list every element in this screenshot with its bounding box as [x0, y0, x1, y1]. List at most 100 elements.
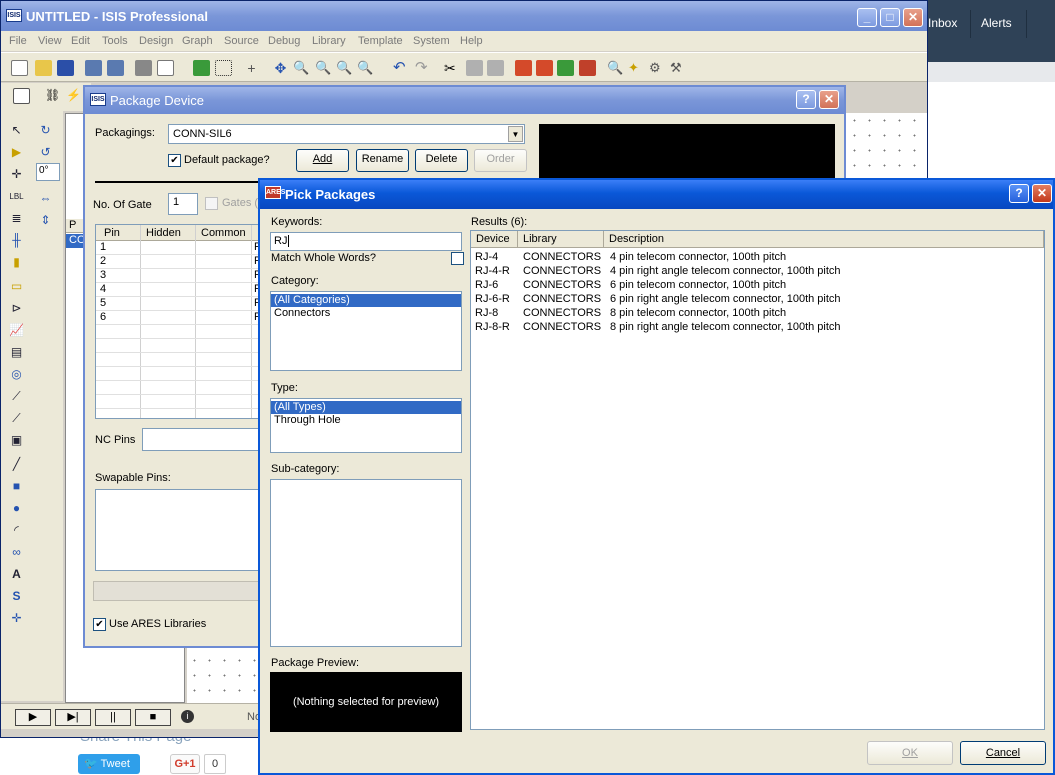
terminals-icon[interactable]: ▭ — [9, 279, 24, 294]
mirror-horizontal-icon[interactable]: ⇔ — [38, 191, 53, 206]
zoom-in-icon[interactable]: 🔍 — [293, 60, 310, 76]
packaging-tool-icon[interactable]: ⚙ — [649, 60, 666, 76]
menu-view[interactable]: View — [38, 35, 62, 47]
results-table[interactable]: Device Library Description RJ-4 CONNECTOR… — [470, 230, 1045, 730]
pin-grid[interactable]: Pin Hidden Common 1F 2F 3F 4F 5F 6F — [95, 224, 275, 419]
grid-icon[interactable] — [215, 60, 232, 76]
help-button[interactable]: ? — [1009, 184, 1029, 203]
decompose-icon[interactable]: ⚒ — [670, 60, 687, 76]
category-list[interactable]: (All Categories) Connectors — [270, 291, 462, 371]
save-icon[interactable] — [57, 60, 74, 76]
redo-icon[interactable]: ↷ — [415, 60, 432, 76]
type-list[interactable]: (All Types) Through Hole — [270, 398, 462, 453]
nav-tab-alerts[interactable]: Alerts — [981, 16, 1012, 30]
cancel-button[interactable]: Cancel — [960, 741, 1046, 765]
circle-icon[interactable]: ● — [9, 501, 24, 516]
arc-icon[interactable]: ◜ — [9, 523, 24, 538]
menu-library[interactable]: Library — [312, 35, 346, 47]
device-pins-icon[interactable]: ⊳ — [9, 301, 24, 316]
page-setup-icon[interactable] — [157, 60, 174, 76]
import-icon[interactable] — [85, 60, 102, 76]
close-button[interactable]: ✕ — [903, 8, 923, 27]
text-script-icon[interactable]: ≣ — [9, 211, 24, 226]
table-row[interactable] — [96, 339, 274, 353]
default-package-checkbox[interactable]: ✔ — [168, 154, 181, 167]
copy-icon[interactable] — [466, 60, 483, 76]
zoom-area-icon[interactable]: 🔍 — [357, 60, 374, 76]
menu-template[interactable]: Template — [358, 35, 403, 47]
pan-icon[interactable]: ✥ — [272, 60, 289, 76]
col-description[interactable]: Description — [604, 231, 1044, 248]
package-device-titlebar[interactable]: ISIS Package Device ? ✕ — [85, 87, 844, 114]
block-delete-icon[interactable] — [579, 60, 596, 76]
refresh-icon[interactable] — [193, 60, 210, 76]
menu-edit[interactable]: Edit — [71, 35, 90, 47]
current-probe-icon[interactable]: ⟋ — [9, 411, 24, 426]
table-row[interactable] — [96, 367, 274, 381]
make-device-icon[interactable]: ✦ — [628, 60, 645, 76]
mirror-vertical-icon[interactable]: ⇕ — [38, 213, 53, 228]
subcircuit-icon[interactable]: ▮ — [9, 255, 24, 270]
ok-button[interactable]: OK — [867, 741, 953, 765]
path-icon[interactable]: ∞ — [9, 545, 24, 560]
rotation-angle-field[interactable]: 0° — [36, 163, 60, 181]
swapable-pins-box[interactable] — [95, 489, 265, 571]
table-row[interactable]: 5F — [96, 297, 274, 311]
voltage-probe-icon[interactable]: ⟋ — [9, 389, 24, 404]
menu-help[interactable]: Help — [460, 35, 483, 47]
add-button[interactable]: Add — [296, 149, 349, 172]
table-row[interactable]: RJ-8-R CONNECTORS 8 pin right angle teleco… — [471, 321, 1044, 335]
menu-design[interactable]: Design — [139, 35, 173, 47]
table-row[interactable]: RJ-4-R CONNECTORS 4 pin right angle teleco… — [471, 265, 1044, 279]
generator-icon[interactable]: ◎ — [9, 367, 24, 382]
gates-checkbox[interactable] — [205, 197, 218, 210]
rename-button[interactable]: Rename — [356, 149, 409, 172]
menu-tools[interactable]: Tools — [102, 35, 128, 47]
nc-pins-field[interactable] — [142, 428, 262, 451]
close-button[interactable]: ✕ — [1032, 184, 1052, 203]
tweet-button[interactable]: 🐦 Tweet — [78, 754, 140, 774]
selection-mode-icon[interactable]: ↖ — [9, 123, 24, 138]
list-item[interactable]: (All Categories) — [271, 294, 461, 307]
table-row[interactable] — [96, 395, 274, 409]
buses-icon[interactable]: ╫ — [9, 233, 24, 248]
junction-dot-icon[interactable]: ✛ — [9, 167, 24, 182]
order-button[interactable]: Order — [474, 149, 527, 172]
no-of-gate-field[interactable]: 1 — [168, 193, 198, 215]
table-row[interactable] — [96, 381, 274, 395]
minimize-button[interactable]: _ — [857, 8, 877, 27]
help-button[interactable]: ? — [796, 90, 816, 109]
match-whole-words-checkbox[interactable] — [451, 252, 464, 265]
graph-mode-icon[interactable]: 📈 — [9, 323, 24, 338]
play-button[interactable]: ▶ — [15, 709, 51, 726]
table-row[interactable]: 4F — [96, 283, 274, 297]
wire-label-icon[interactable]: LBL — [9, 189, 24, 204]
menu-debug[interactable]: Debug — [268, 35, 300, 47]
box-icon[interactable]: ■ — [9, 479, 24, 494]
rotate-ccw-icon[interactable]: ↺ — [38, 145, 53, 160]
cut-icon[interactable]: ✂ — [444, 60, 461, 76]
table-row[interactable]: RJ-6 CONNECTORS 6 pin telecom connector, 1… — [471, 279, 1044, 293]
list-item[interactable]: Through Hole — [271, 414, 461, 427]
subcategory-list[interactable] — [270, 479, 462, 647]
table-row[interactable]: 2F — [96, 255, 274, 269]
zoom-all-icon[interactable]: 🔍 — [336, 60, 353, 76]
menu-graph[interactable]: Graph — [182, 35, 213, 47]
new-file-icon[interactable] — [11, 60, 28, 76]
virtual-instruments-icon[interactable]: ▣ — [9, 433, 24, 448]
marker-icon[interactable]: ✛ — [9, 611, 24, 626]
menu-source[interactable]: Source — [224, 35, 259, 47]
keywords-input[interactable]: RJ — [270, 232, 462, 251]
list-item[interactable]: Connectors — [271, 307, 461, 320]
close-button[interactable]: ✕ — [819, 90, 839, 109]
isis-titlebar[interactable]: ISIS UNTITLED - ISIS Professional _ □ ✕ — [1, 1, 927, 31]
open-folder-icon[interactable] — [35, 60, 52, 76]
stop-button[interactable]: ■ — [135, 709, 171, 726]
tape-recorder-icon[interactable]: ▤ — [9, 345, 24, 360]
paste-icon[interactable] — [487, 60, 504, 76]
nav-tab-inbox[interactable]: Inbox — [928, 16, 957, 30]
rotate-cw-icon[interactable]: ↻ — [38, 123, 53, 138]
block-move-icon[interactable] — [536, 60, 553, 76]
table-row[interactable]: 6F — [96, 311, 274, 325]
component-mode-icon[interactable]: ▶ — [9, 145, 24, 160]
